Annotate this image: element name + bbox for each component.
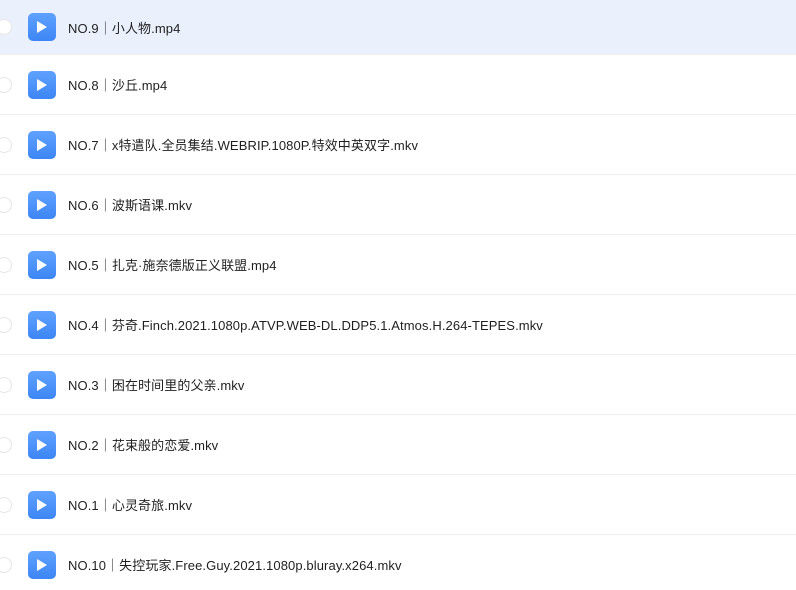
file-row[interactable]: NO.8｜沙丘.mp4	[0, 55, 796, 115]
video-play-icon	[28, 490, 56, 519]
select-checkbox[interactable]	[0, 316, 12, 333]
select-checkbox[interactable]	[0, 136, 12, 153]
file-row[interactable]: NO.6｜波斯语课.mkv	[0, 175, 796, 235]
file-row[interactable]: NO.4｜芬奇.Finch.2021.1080p.ATVP.WEB-DL.DDP…	[0, 295, 796, 355]
file-row[interactable]: NO.1｜心灵奇旅.mkv	[0, 475, 796, 535]
video-play-icon	[28, 550, 56, 579]
select-checkbox[interactable]	[0, 256, 12, 273]
file-name[interactable]: NO.9｜小人物.mp4	[68, 18, 180, 37]
file-name[interactable]: NO.6｜波斯语课.mkv	[68, 195, 192, 214]
file-name[interactable]: NO.5｜扎克·施奈德版正义联盟.mp4	[68, 255, 277, 274]
file-name[interactable]: NO.4｜芬奇.Finch.2021.1080p.ATVP.WEB-DL.DDP…	[68, 315, 543, 334]
file-name[interactable]: NO.2｜花束般的恋爱.mkv	[68, 435, 218, 454]
file-row[interactable]: NO.7｜x特遣队.全员集结.WEBRIP.1080P.特效中英双字.mkv	[0, 115, 796, 175]
video-play-icon	[28, 250, 56, 279]
select-checkbox[interactable]	[0, 76, 12, 93]
file-row[interactable]: NO.10｜失控玩家.Free.Guy.2021.1080p.bluray.x2…	[0, 535, 796, 590]
select-checkbox[interactable]	[0, 436, 12, 453]
file-name[interactable]: NO.8｜沙丘.mp4	[68, 75, 167, 94]
file-row[interactable]: NO.9｜小人物.mp4	[0, 0, 796, 55]
file-row[interactable]: NO.2｜花束般的恋爱.mkv	[0, 415, 796, 475]
select-checkbox[interactable]	[0, 196, 12, 213]
file-row[interactable]: NO.3｜困在时间里的父亲.mkv	[0, 355, 796, 415]
file-row[interactable]: NO.5｜扎克·施奈德版正义联盟.mp4	[0, 235, 796, 295]
file-name[interactable]: NO.7｜x特遣队.全员集结.WEBRIP.1080P.特效中英双字.mkv	[68, 135, 418, 154]
select-checkbox[interactable]	[0, 496, 12, 513]
video-play-icon	[28, 13, 56, 41]
video-play-icon	[28, 310, 56, 339]
video-play-icon	[28, 430, 56, 459]
file-name[interactable]: NO.1｜心灵奇旅.mkv	[68, 495, 192, 514]
select-checkbox[interactable]	[0, 376, 12, 393]
file-list: NO.9｜小人物.mp4 NO.8｜沙丘.mp4 NO.7｜x特遣队.全员集结.…	[0, 0, 796, 590]
video-play-icon	[28, 370, 56, 399]
select-checkbox[interactable]	[0, 19, 12, 35]
video-play-icon	[28, 190, 56, 219]
file-name[interactable]: NO.10｜失控玩家.Free.Guy.2021.1080p.bluray.x2…	[68, 555, 402, 574]
video-play-icon	[28, 70, 56, 99]
file-name[interactable]: NO.3｜困在时间里的父亲.mkv	[68, 375, 244, 394]
video-play-icon	[28, 130, 56, 159]
select-checkbox[interactable]	[0, 556, 12, 573]
